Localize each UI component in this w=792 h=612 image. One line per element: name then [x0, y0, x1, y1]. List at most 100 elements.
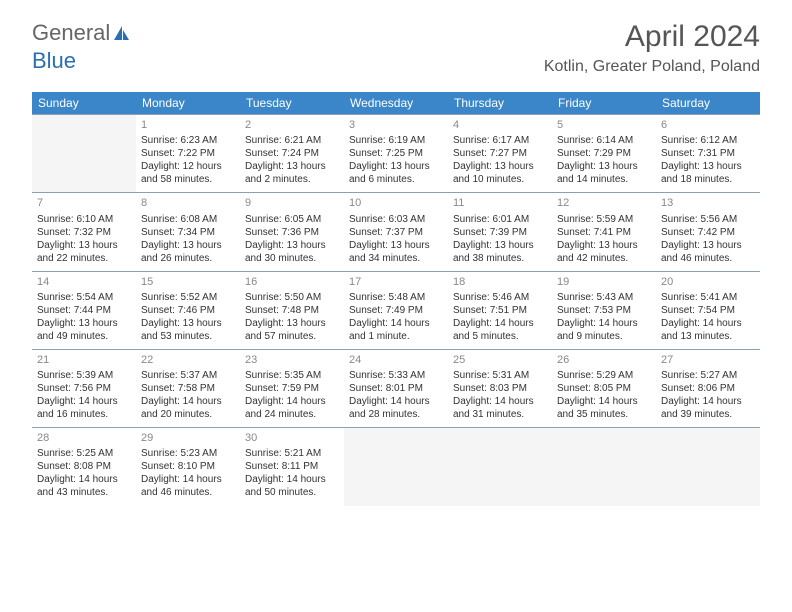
day-cell: 22Sunrise: 5:37 AMSunset: 7:58 PMDayligh…: [136, 349, 240, 427]
day-number: 19: [557, 275, 651, 289]
daylight-text: Daylight: 12 hours: [141, 160, 235, 173]
daylight-text: and 43 minutes.: [37, 486, 131, 499]
daylight-text: and 28 minutes.: [349, 408, 443, 421]
logo-text-general: General: [32, 20, 110, 46]
daylight-text: and 46 minutes.: [141, 486, 235, 499]
daylight-text: and 57 minutes.: [245, 330, 339, 343]
sunrise-text: Sunrise: 6:03 AM: [349, 213, 443, 226]
day-cell: 5Sunrise: 6:14 AMSunset: 7:29 PMDaylight…: [552, 115, 656, 193]
sunrise-text: Sunrise: 5:39 AM: [37, 369, 131, 382]
calendar-table: Sunday Monday Tuesday Wednesday Thursday…: [32, 92, 760, 506]
daylight-text: Daylight: 13 hours: [141, 239, 235, 252]
day-cell: 16Sunrise: 5:50 AMSunset: 7:48 PMDayligh…: [240, 271, 344, 349]
day-number: 20: [661, 275, 755, 289]
day-cell: 30Sunrise: 5:21 AMSunset: 8:11 PMDayligh…: [240, 428, 344, 506]
daylight-text: Daylight: 14 hours: [141, 473, 235, 486]
day-cell: [552, 428, 656, 506]
daylight-text: Daylight: 14 hours: [557, 317, 651, 330]
sunrise-text: Sunrise: 5:33 AM: [349, 369, 443, 382]
day-header-row: Sunday Monday Tuesday Wednesday Thursday…: [32, 92, 760, 115]
day-cell: 12Sunrise: 5:59 AMSunset: 7:41 PMDayligh…: [552, 193, 656, 271]
daylight-text: and 18 minutes.: [661, 173, 755, 186]
day-cell: [656, 428, 760, 506]
sunrise-text: Sunrise: 6:17 AM: [453, 134, 547, 147]
daylight-text: and 50 minutes.: [245, 486, 339, 499]
daylight-text: and 22 minutes.: [37, 252, 131, 265]
daylight-text: and 42 minutes.: [557, 252, 651, 265]
day-cell: 6Sunrise: 6:12 AMSunset: 7:31 PMDaylight…: [656, 115, 760, 193]
sunrise-text: Sunrise: 5:41 AM: [661, 291, 755, 304]
sunrise-text: Sunrise: 6:23 AM: [141, 134, 235, 147]
daylight-text: Daylight: 13 hours: [661, 160, 755, 173]
daylight-text: and 35 minutes.: [557, 408, 651, 421]
day-number: 7: [37, 196, 131, 210]
daylight-text: Daylight: 14 hours: [661, 317, 755, 330]
day-number: 3: [349, 118, 443, 132]
sunrise-text: Sunrise: 5:59 AM: [557, 213, 651, 226]
sunrise-text: Sunrise: 6:10 AM: [37, 213, 131, 226]
day-number: 10: [349, 196, 443, 210]
sunset-text: Sunset: 7:24 PM: [245, 147, 339, 160]
daylight-text: Daylight: 14 hours: [453, 395, 547, 408]
sunset-text: Sunset: 7:53 PM: [557, 304, 651, 317]
week-row: 28Sunrise: 5:25 AMSunset: 8:08 PMDayligh…: [32, 428, 760, 506]
day-cell: 4Sunrise: 6:17 AMSunset: 7:27 PMDaylight…: [448, 115, 552, 193]
day-number: 21: [37, 353, 131, 367]
day-cell: 20Sunrise: 5:41 AMSunset: 7:54 PMDayligh…: [656, 271, 760, 349]
day-cell: 18Sunrise: 5:46 AMSunset: 7:51 PMDayligh…: [448, 271, 552, 349]
daylight-text: Daylight: 13 hours: [349, 239, 443, 252]
daylight-text: and 31 minutes.: [453, 408, 547, 421]
daylight-text: and 16 minutes.: [37, 408, 131, 421]
sunrise-text: Sunrise: 5:35 AM: [245, 369, 339, 382]
sunrise-text: Sunrise: 6:14 AM: [557, 134, 651, 147]
day-cell: 15Sunrise: 5:52 AMSunset: 7:46 PMDayligh…: [136, 271, 240, 349]
day-cell: 19 Sunrise: 5:43 AMSunset: 7:53 PMDayligh…: [552, 271, 656, 349]
sunrise-text: Sunrise: 6:05 AM: [245, 213, 339, 226]
sunset-text: Sunset: 7:39 PM: [453, 226, 547, 239]
header-friday: Friday: [552, 92, 656, 115]
sunset-text: Sunset: 7:29 PM: [557, 147, 651, 160]
day-number: 5: [557, 118, 651, 132]
day-cell: [32, 115, 136, 193]
sunset-text: Sunset: 7:58 PM: [141, 382, 235, 395]
day-cell: 21Sunrise: 5:39 AMSunset: 7:56 PMDayligh…: [32, 349, 136, 427]
day-number: 4: [453, 118, 547, 132]
week-row: 21Sunrise: 5:39 AMSunset: 7:56 PMDayligh…: [32, 349, 760, 427]
day-number: 1: [141, 118, 235, 132]
day-number: 6: [661, 118, 755, 132]
sunset-text: Sunset: 7:42 PM: [661, 226, 755, 239]
sunset-text: Sunset: 7:36 PM: [245, 226, 339, 239]
sunset-text: Sunset: 7:37 PM: [349, 226, 443, 239]
sunrise-text: Sunrise: 5:46 AM: [453, 291, 547, 304]
location-text: Kotlin, Greater Poland, Poland: [544, 58, 760, 76]
day-number: 14: [37, 275, 131, 289]
daylight-text: and 13 minutes.: [661, 330, 755, 343]
sunrise-text: Sunrise: 5:21 AM: [245, 447, 339, 460]
daylight-text: Daylight: 13 hours: [557, 239, 651, 252]
sunrise-text: Sunrise: 5:43 AM: [557, 291, 651, 304]
daylight-text: and 49 minutes.: [37, 330, 131, 343]
day-cell: 7Sunrise: 6:10 AMSunset: 7:32 PMDaylight…: [32, 193, 136, 271]
daylight-text: and 20 minutes.: [141, 408, 235, 421]
day-cell: 11Sunrise: 6:01 AMSunset: 7:39 PMDayligh…: [448, 193, 552, 271]
day-cell: 26Sunrise: 5:29 AMSunset: 8:05 PMDayligh…: [552, 349, 656, 427]
sunset-text: Sunset: 7:49 PM: [349, 304, 443, 317]
header-thursday: Thursday: [448, 92, 552, 115]
sunset-text: Sunset: 7:31 PM: [661, 147, 755, 160]
sunrise-text: Sunrise: 5:48 AM: [349, 291, 443, 304]
daylight-text: and 24 minutes.: [245, 408, 339, 421]
sunrise-text: Sunrise: 5:56 AM: [661, 213, 755, 226]
daylight-text: Daylight: 13 hours: [661, 239, 755, 252]
day-number: 13: [661, 196, 755, 210]
daylight-text: Daylight: 13 hours: [453, 160, 547, 173]
sunset-text: Sunset: 7:48 PM: [245, 304, 339, 317]
sunrise-text: Sunrise: 6:08 AM: [141, 213, 235, 226]
daylight-text: and 10 minutes.: [453, 173, 547, 186]
header: General April 2024 Kotlin, Greater Polan…: [0, 0, 792, 84]
sunrise-text: Sunrise: 6:01 AM: [453, 213, 547, 226]
day-cell: 24Sunrise: 5:33 AMSunset: 8:01 PMDayligh…: [344, 349, 448, 427]
header-wednesday: Wednesday: [344, 92, 448, 115]
day-number: 22: [141, 353, 235, 367]
week-row: 14Sunrise: 5:54 AMSunset: 7:44 PMDayligh…: [32, 271, 760, 349]
day-number: 29: [141, 431, 235, 445]
